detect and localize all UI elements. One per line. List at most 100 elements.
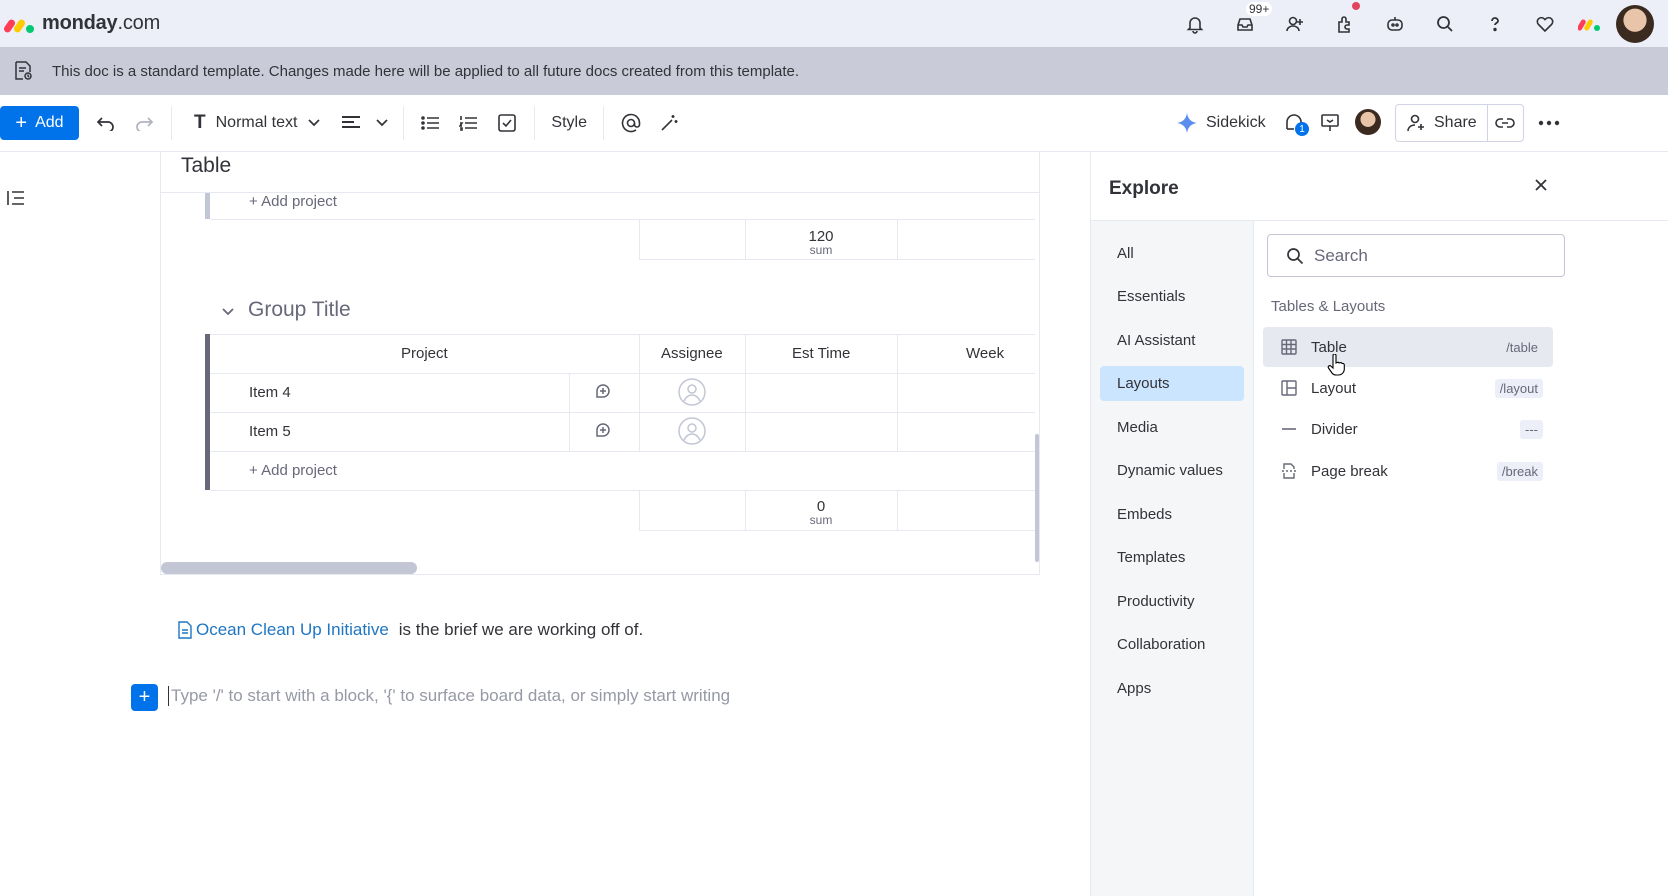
redo-icon[interactable] (125, 104, 163, 142)
category-essentials[interactable]: Essentials (1100, 279, 1244, 314)
add-project-button[interactable]: + Add project (249, 462, 337, 479)
block-option-label: Layout (1311, 379, 1357, 397)
notifications-bell-icon[interactable] (1170, 0, 1220, 47)
user-avatar[interactable] (1616, 4, 1654, 43)
bulleted-list-icon[interactable] (412, 104, 450, 142)
cell-divider (897, 219, 898, 259)
search-icon[interactable] (1420, 0, 1470, 47)
category-media[interactable]: Media (1100, 410, 1244, 445)
toolbar-divider (602, 106, 604, 140)
assignee-avatar-icon[interactable] (678, 378, 706, 411)
magic-wand-icon[interactable] (650, 104, 688, 142)
page-break-icon (1279, 463, 1299, 479)
text-style-dropdown[interactable]: T Normal text (194, 112, 321, 134)
cell-divider (897, 490, 898, 530)
monday-logo[interactable]: monday.com (2, 12, 160, 35)
category-apps[interactable]: Apps (1100, 671, 1244, 706)
add-button[interactable]: + Add (0, 106, 79, 140)
numbered-list-icon[interactable] (450, 104, 488, 142)
explore-search-input[interactable]: Search (1267, 234, 1565, 277)
share-group: Share (1395, 104, 1524, 142)
cell-divider (897, 334, 898, 451)
mention-icon[interactable] (612, 104, 650, 142)
favorites-heart-icon[interactable] (1520, 0, 1570, 47)
sidekick-label: Sidekick (1206, 114, 1266, 131)
block-option-divider[interactable]: Divider --- (1263, 409, 1553, 449)
undo-icon[interactable] (87, 104, 125, 142)
sum-label: sum (809, 513, 833, 527)
category-templates[interactable]: Templates (1100, 540, 1244, 575)
cell-divider (639, 490, 640, 530)
checklist-icon[interactable] (488, 104, 526, 142)
category-all[interactable]: All (1100, 236, 1244, 271)
more-options-icon[interactable] (1532, 104, 1566, 142)
close-icon[interactable] (1534, 178, 1548, 197)
new-dot (1352, 2, 1360, 10)
monday-logo-icon (2, 13, 36, 35)
search-icon (1287, 247, 1304, 264)
invite-members-icon[interactable] (1270, 0, 1320, 47)
category-ai-assistant[interactable]: AI Assistant (1100, 323, 1244, 358)
editor-input[interactable]: Type '/' to start with a block, '{' to s… (168, 686, 730, 706)
inbox-badge: 99+ (1246, 2, 1273, 16)
category-layouts[interactable]: Layouts (1100, 366, 1244, 401)
category-dynamic-values[interactable]: Dynamic values (1100, 453, 1244, 488)
outline-toggle-icon[interactable] (6, 189, 26, 212)
block-option-layout[interactable]: Layout /layout (1263, 368, 1553, 408)
column-header-est-time[interactable]: Est Time (792, 345, 850, 362)
row-divider (210, 219, 1035, 220)
add-update-icon[interactable] (593, 382, 613, 407)
add-label: Add (35, 114, 64, 131)
banner-text: This doc is a standard template. Changes… (52, 62, 800, 80)
ai-bot-icon[interactable] (1370, 0, 1420, 47)
updates-badge: 1 (1295, 122, 1309, 136)
style-button[interactable]: Style (551, 114, 587, 132)
assignee-avatar-icon[interactable] (678, 417, 706, 450)
sparkle-icon (1177, 113, 1197, 133)
explore-panel: Explore All Essentials AI Assistant Layo… (1090, 152, 1668, 896)
add-update-icon[interactable] (593, 421, 613, 446)
column-header-assignee[interactable]: Assignee (661, 345, 723, 362)
vertical-scrollbar[interactable] (1035, 434, 1039, 562)
cell-divider (745, 334, 746, 451)
sum-label: sum (809, 243, 833, 257)
inbox-icon[interactable]: 99+ (1220, 0, 1273, 47)
block-option-table[interactable]: Table /table (1263, 327, 1553, 367)
item-name[interactable]: Item 4 (249, 384, 291, 401)
sidekick-button[interactable]: Sidekick (1176, 104, 1266, 142)
integrations-puzzle-icon[interactable] (1320, 0, 1370, 47)
explore-title: Explore (1109, 178, 1179, 199)
category-embeds[interactable]: Embeds (1100, 497, 1244, 532)
column-header-week[interactable]: Week (966, 345, 1004, 362)
add-project-button[interactable]: + Add project (249, 193, 337, 210)
item-name[interactable]: Item 5 (249, 423, 291, 440)
row-divider (210, 490, 1035, 491)
row-divider (210, 412, 1035, 413)
collaborator-avatar[interactable] (1355, 109, 1381, 135)
doc-template-icon (15, 61, 32, 80)
block-option-page-break[interactable]: Page break /break (1263, 451, 1553, 491)
brief-text: is the brief we are working off of. (398, 620, 644, 639)
monday-products-icon[interactable] (1570, 0, 1610, 47)
category-collaboration[interactable]: Collaboration (1100, 627, 1244, 662)
top-bar: monday.com 99+ (0, 0, 1668, 47)
updates-icon[interactable]: 1 (1279, 104, 1309, 142)
category-productivity[interactable]: Productivity (1100, 584, 1244, 619)
chevron-down-icon[interactable] (221, 307, 235, 317)
search-placeholder: Search (1314, 245, 1368, 265)
help-icon[interactable] (1470, 0, 1520, 47)
text-type-icon: T (194, 112, 206, 133)
share-button[interactable]: Share (1395, 104, 1488, 142)
presentation-icon[interactable] (1316, 104, 1344, 142)
alignment-dropdown[interactable] (341, 115, 389, 131)
add-block-button[interactable]: + (131, 684, 158, 711)
copy-link-button[interactable] (1487, 104, 1524, 142)
group-title[interactable]: Group Title (248, 298, 351, 322)
chevron-down-icon (376, 119, 389, 127)
row-divider (639, 259, 1035, 260)
cell-divider (639, 334, 640, 451)
doc-link[interactable]: Ocean Clean Up Initiative (178, 620, 389, 640)
column-header-project[interactable]: Project (401, 345, 448, 362)
horizontal-scrollbar[interactable] (161, 562, 417, 574)
row-divider (639, 530, 1035, 531)
